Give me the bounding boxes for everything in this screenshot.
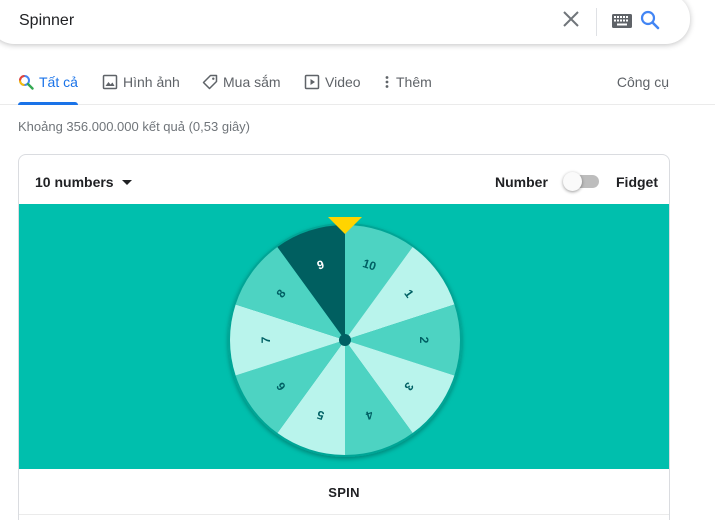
search-tabs: Tất cả Hình ảnh Mua sắm Video Thêm Công … [0,66,715,105]
search-color-icon [19,75,34,90]
spinner-header: 10 numbers Number Fidget [19,155,669,204]
spin-row: SPIN [19,469,669,515]
number-count-dropdown[interactable]: 10 numbers [35,174,132,190]
search-bar[interactable]: Spinner [0,0,690,44]
more-vert-icon [385,76,389,88]
wheel-hub [339,334,351,346]
toggle-knob [563,172,582,191]
wheel-label-2: 2 [417,337,431,344]
tab-video[interactable]: Video [304,74,361,105]
tag-icon [202,74,218,90]
mode-number-label: Number [495,174,548,190]
tab-images-label: Hình ảnh [123,74,180,90]
tab-more[interactable]: Thêm [383,74,432,105]
keyboard-icon[interactable] [612,14,632,28]
tab-video-label: Video [325,74,361,90]
mode-fidget-label: Fidget [616,174,658,190]
spinner-wheel-area: 10 1 2 3 4 5 6 7 8 9 [19,204,670,469]
caret-down-icon [121,180,132,185]
number-count-label: 10 numbers [35,174,114,190]
image-icon [102,74,118,90]
mode-toggle[interactable] [563,172,599,191]
search-icon[interactable] [640,10,660,30]
tab-all[interactable]: Tất cả [18,74,78,105]
tab-more-label: Thêm [396,74,432,90]
results-count: Khoảng 356.000.000 kết quả (0,53 giây) [18,119,251,134]
tab-images[interactable]: Hình ảnh [102,74,180,105]
tab-shopping[interactable]: Mua sắm [202,74,281,105]
spin-button[interactable]: SPIN [19,469,669,515]
tools-button[interactable]: Công cụ [617,74,669,90]
spinner-wheel[interactable]: 10123456789 [19,204,670,469]
spinner-card: 10 numbers Number Fidget 10 1 2 3 4 5 6 7 8 9 SPI… [18,154,670,520]
search-input[interactable]: Spinner [19,12,74,30]
tab-shopping-label: Mua sắm [223,74,281,90]
video-icon [304,74,320,90]
tab-all-label: Tất cả [39,74,78,90]
search-divider [596,8,597,36]
clear-icon[interactable] [562,10,580,28]
wheel-label-7: 7 [259,336,273,343]
